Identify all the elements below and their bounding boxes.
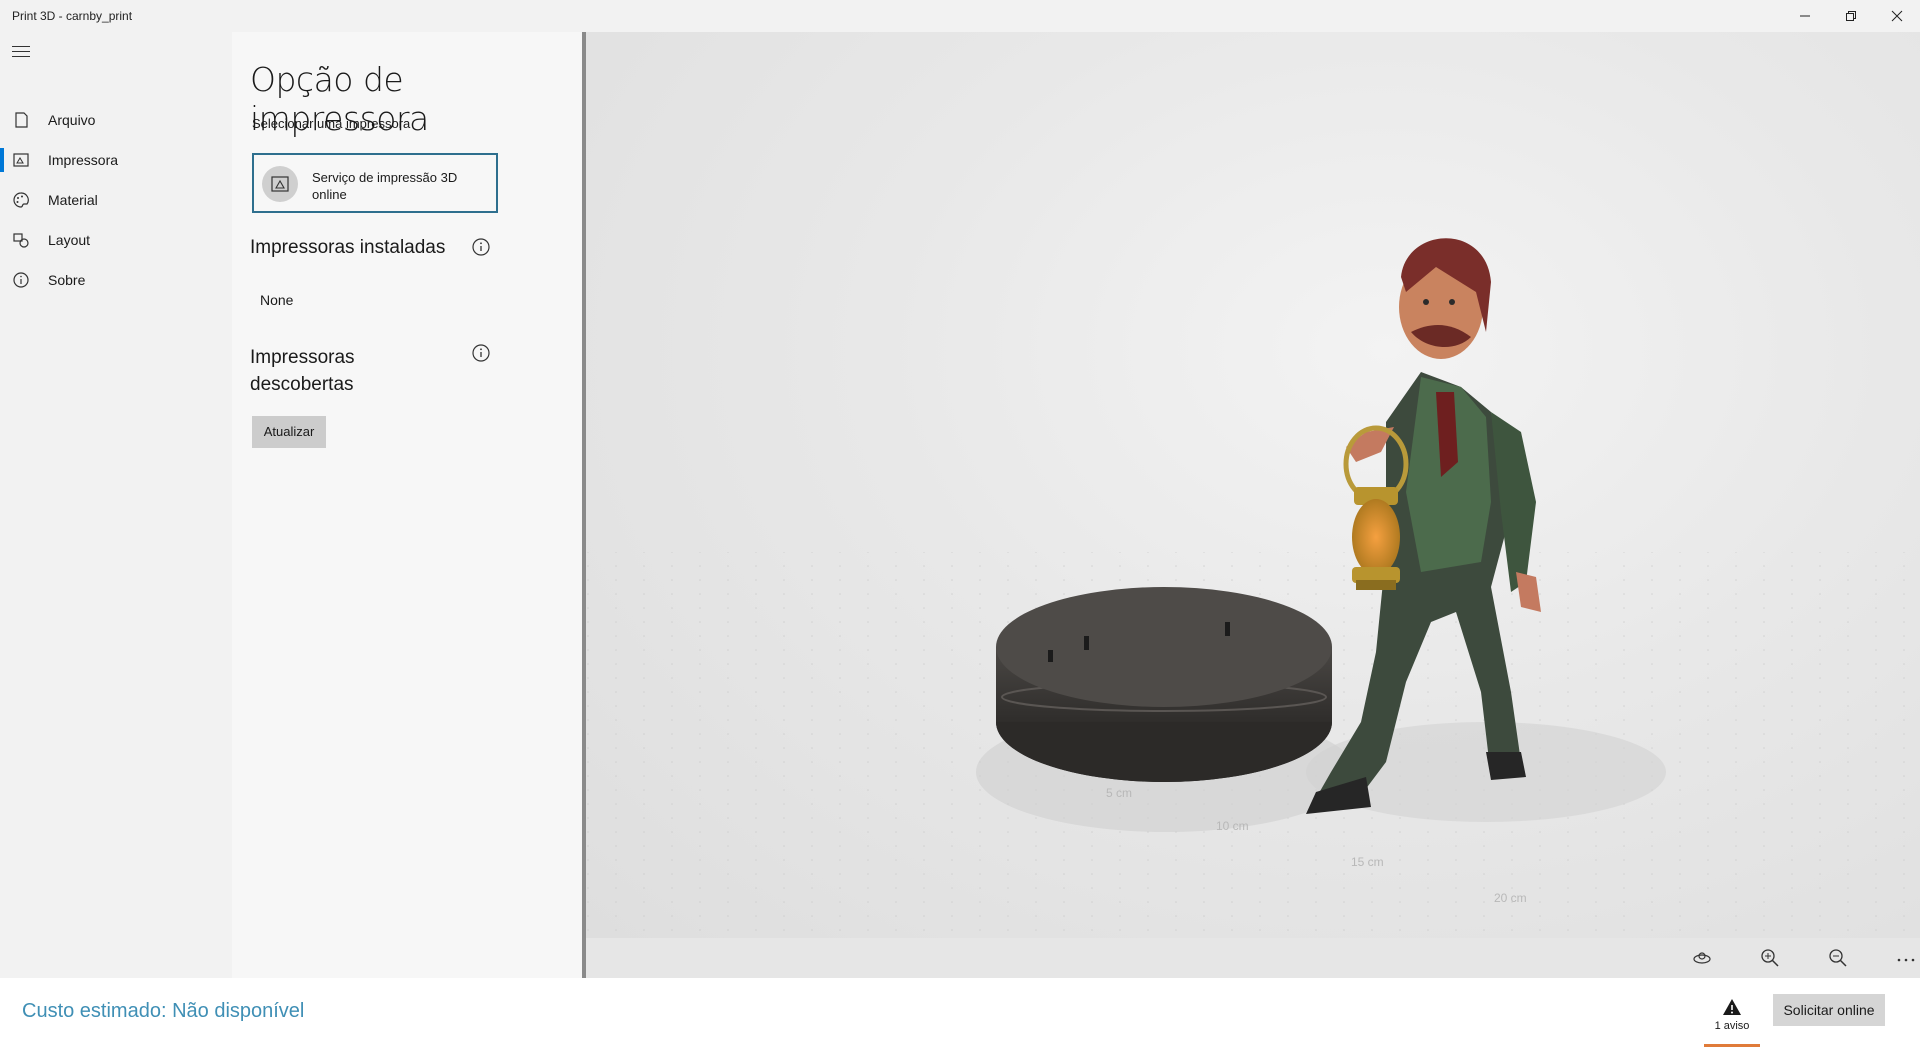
minimize-button[interactable] [1782,0,1828,32]
nav-item-material[interactable]: Material [0,180,232,220]
nav-item-layout[interactable]: Layout [0,220,232,260]
hamburger-icon[interactable] [12,46,30,60]
model-base [996,587,1332,782]
layout-icon [13,233,29,248]
viewport-toolbar [586,938,1920,978]
nav-label: Impressora [48,152,119,168]
left-nav: Arquivo Impressora Material Layout Sobre [0,32,232,978]
ruler-label: 10 cm [1216,819,1249,833]
info-icon [13,272,29,288]
zoom-out-icon[interactable] [1828,948,1848,968]
more-options-icon[interactable] [1896,948,1916,968]
ruler-label: 15 cm [1351,855,1384,869]
nav-label: Layout [48,232,91,248]
minimize-icon [1800,15,1810,17]
close-icon [1891,10,1903,22]
ruler-label: 5 cm [1106,786,1132,800]
estimated-cost: Custo estimado: Não disponível [22,1000,305,1022]
printer-icon [13,153,29,167]
title-bar: Print 3D - carnby_print [0,0,1920,32]
nav-item-sobre[interactable]: Sobre [0,260,232,300]
printer-options-panel: Opção de impressora Selecionar uma impre… [232,32,582,978]
printer-option-online-service[interactable]: Serviço de impressão 3D online [252,153,498,213]
select-printer-label: Selecionar uma impressora [252,116,411,131]
printer-option-label: Serviço de impressão 3D online [312,170,458,202]
installed-printers-heading: Impressoras instaladas [250,237,446,258]
close-button[interactable] [1874,0,1920,32]
restore-icon [1846,11,1856,21]
nav-item-impressora[interactable]: Impressora [0,140,232,180]
3d-scene: 5 cm 10 cm 15 cm 20 cm [586,238,1920,938]
bottom-bar: Custo estimado: Não disponível 1 aviso S… [0,978,1920,1047]
reset-view-icon[interactable] [1692,948,1712,968]
order-online-button[interactable]: Solicitar online [1773,994,1885,1026]
3d-viewport[interactable]: 5 cm 10 cm 15 cm 20 cm [586,32,1920,938]
file-icon [15,112,28,128]
nav-label: Material [48,192,98,208]
restore-button[interactable] [1828,0,1874,32]
warning-icon [1723,999,1741,1015]
info-icon[interactable] [472,238,490,256]
info-icon[interactable] [472,344,490,362]
ruler-label: 20 cm [1494,891,1527,905]
nav-item-arquivo[interactable]: Arquivo [0,100,232,140]
discovered-printers-heading: Impressoras descobertas [250,347,355,395]
warning-indicator[interactable]: 1 aviso [1702,992,1762,1047]
refresh-button[interactable]: Atualizar [252,416,326,448]
window-title: Print 3D - carnby_print [12,9,133,23]
palette-icon [13,192,29,208]
warning-count: 1 aviso [1714,1020,1750,1032]
nav-label: Arquivo [48,112,96,128]
zoom-in-icon[interactable] [1760,948,1780,968]
nav-label: Sobre [48,272,86,288]
online-print-service-icon [262,166,298,202]
installed-printers-value: None [260,292,294,308]
